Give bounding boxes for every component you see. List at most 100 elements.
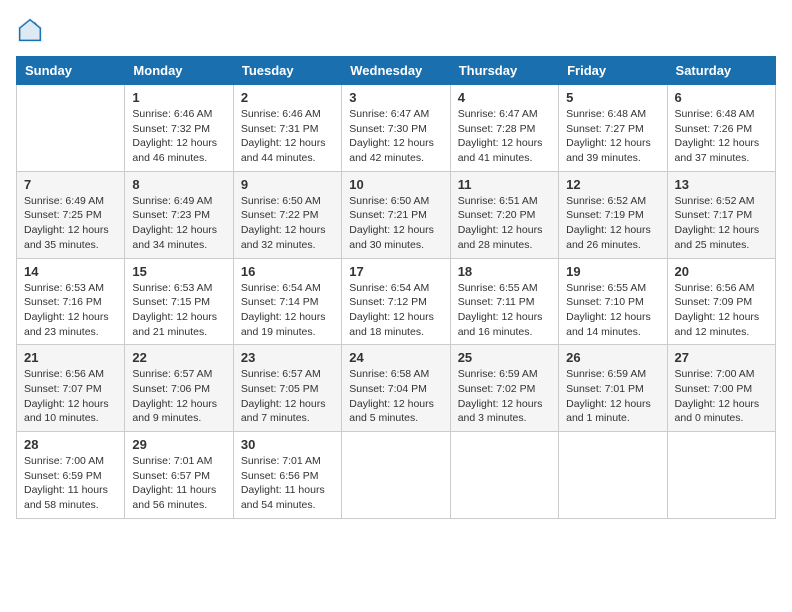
day-info: Sunrise: 6:59 AM Sunset: 7:01 PM Dayligh…: [566, 367, 659, 426]
calendar-week-row: 1 Sunrise: 6:46 AM Sunset: 7:32 PM Daylig…: [17, 85, 776, 172]
day-number: 24: [349, 350, 442, 365]
day-info: Sunrise: 6:56 AM Sunset: 7:07 PM Dayligh…: [24, 367, 117, 426]
day-info: Sunrise: 7:00 AM Sunset: 6:59 PM Dayligh…: [24, 454, 117, 513]
day-number: 3: [349, 90, 442, 105]
day-number: 19: [566, 264, 659, 279]
day-info: Sunrise: 6:53 AM Sunset: 7:16 PM Dayligh…: [24, 281, 117, 340]
calendar-header-friday: Friday: [559, 57, 667, 85]
day-number: 9: [241, 177, 334, 192]
day-number: 21: [24, 350, 117, 365]
day-info: Sunrise: 6:56 AM Sunset: 7:09 PM Dayligh…: [675, 281, 768, 340]
day-number: 30: [241, 437, 334, 452]
calendar-cell: [450, 432, 558, 519]
logo-icon: [16, 16, 44, 44]
day-info: Sunrise: 6:46 AM Sunset: 7:31 PM Dayligh…: [241, 107, 334, 166]
calendar-cell: 4 Sunrise: 6:47 AM Sunset: 7:28 PM Daylig…: [450, 85, 558, 172]
calendar-header-sunday: Sunday: [17, 57, 125, 85]
calendar-week-row: 14 Sunrise: 6:53 AM Sunset: 7:16 PM Dayli…: [17, 258, 776, 345]
day-info: Sunrise: 6:48 AM Sunset: 7:26 PM Dayligh…: [675, 107, 768, 166]
day-info: Sunrise: 6:58 AM Sunset: 7:04 PM Dayligh…: [349, 367, 442, 426]
calendar-cell: [559, 432, 667, 519]
calendar-cell: 26 Sunrise: 6:59 AM Sunset: 7:01 PM Dayli…: [559, 345, 667, 432]
day-info: Sunrise: 6:47 AM Sunset: 7:28 PM Dayligh…: [458, 107, 551, 166]
day-number: 20: [675, 264, 768, 279]
calendar-cell: 1 Sunrise: 6:46 AM Sunset: 7:32 PM Daylig…: [125, 85, 233, 172]
day-number: 5: [566, 90, 659, 105]
day-number: 18: [458, 264, 551, 279]
calendar-cell: 8 Sunrise: 6:49 AM Sunset: 7:23 PM Daylig…: [125, 171, 233, 258]
day-info: Sunrise: 7:01 AM Sunset: 6:56 PM Dayligh…: [241, 454, 334, 513]
day-number: 22: [132, 350, 225, 365]
day-number: 23: [241, 350, 334, 365]
day-number: 7: [24, 177, 117, 192]
calendar-cell: 6 Sunrise: 6:48 AM Sunset: 7:26 PM Daylig…: [667, 85, 775, 172]
calendar-header-monday: Monday: [125, 57, 233, 85]
calendar-cell: [17, 85, 125, 172]
day-number: 12: [566, 177, 659, 192]
day-info: Sunrise: 6:57 AM Sunset: 7:06 PM Dayligh…: [132, 367, 225, 426]
calendar-cell: 10Sunrise: 6:50 AM Sunset: 7:21 PM Dayli…: [342, 171, 450, 258]
calendar-cell: 17Sunrise: 6:54 AM Sunset: 7:12 PM Dayli…: [342, 258, 450, 345]
day-number: 16: [241, 264, 334, 279]
calendar-cell: 16 Sunrise: 6:54 AM Sunset: 7:14 PM Dayli…: [233, 258, 341, 345]
calendar-header-tuesday: Tuesday: [233, 57, 341, 85]
day-info: Sunrise: 6:46 AM Sunset: 7:32 PM Dayligh…: [132, 107, 225, 166]
day-number: 27: [675, 350, 768, 365]
day-info: Sunrise: 7:00 AM Sunset: 7:00 PM Dayligh…: [675, 367, 768, 426]
day-number: 4: [458, 90, 551, 105]
day-info: Sunrise: 6:47 AM Sunset: 7:30 PM Dayligh…: [349, 107, 442, 166]
calendar-cell: 22 Sunrise: 6:57 AM Sunset: 7:06 PM Dayli…: [125, 345, 233, 432]
day-info: Sunrise: 6:52 AM Sunset: 7:17 PM Dayligh…: [675, 194, 768, 253]
calendar-header-saturday: Saturday: [667, 57, 775, 85]
day-number: 8: [132, 177, 225, 192]
calendar-cell: 28 Sunrise: 7:00 AM Sunset: 6:59 PM Dayli…: [17, 432, 125, 519]
day-info: Sunrise: 6:57 AM Sunset: 7:05 PM Dayligh…: [241, 367, 334, 426]
day-info: Sunrise: 6:48 AM Sunset: 7:27 PM Dayligh…: [566, 107, 659, 166]
day-info: Sunrise: 6:55 AM Sunset: 7:11 PM Dayligh…: [458, 281, 551, 340]
calendar-cell: 9 Sunrise: 6:50 AM Sunset: 7:22 PM Daylig…: [233, 171, 341, 258]
calendar-header-wednesday: Wednesday: [342, 57, 450, 85]
day-number: 2: [241, 90, 334, 105]
calendar-cell: 21 Sunrise: 6:56 AM Sunset: 7:07 PM Dayli…: [17, 345, 125, 432]
calendar-cell: 13Sunrise: 6:52 AM Sunset: 7:17 PM Dayli…: [667, 171, 775, 258]
day-number: 28: [24, 437, 117, 452]
calendar-week-row: 7 Sunrise: 6:49 AM Sunset: 7:25 PM Daylig…: [17, 171, 776, 258]
day-info: Sunrise: 6:49 AM Sunset: 7:23 PM Dayligh…: [132, 194, 225, 253]
day-number: 29: [132, 437, 225, 452]
calendar-cell: 19 Sunrise: 6:55 AM Sunset: 7:10 PM Dayli…: [559, 258, 667, 345]
logo: [16, 16, 48, 44]
day-info: Sunrise: 6:54 AM Sunset: 7:14 PM Dayligh…: [241, 281, 334, 340]
calendar-cell: 15Sunrise: 6:53 AM Sunset: 7:15 PM Dayli…: [125, 258, 233, 345]
calendar-cell: 24 Sunrise: 6:58 AM Sunset: 7:04 PM Dayli…: [342, 345, 450, 432]
calendar-cell: 29 Sunrise: 7:01 AM Sunset: 6:57 PM Dayli…: [125, 432, 233, 519]
day-number: 25: [458, 350, 551, 365]
day-info: Sunrise: 6:49 AM Sunset: 7:25 PM Dayligh…: [24, 194, 117, 253]
calendar-cell: 30 Sunrise: 7:01 AM Sunset: 6:56 PM Dayli…: [233, 432, 341, 519]
day-number: 11: [458, 177, 551, 192]
calendar-cell: 27 Sunrise: 7:00 AM Sunset: 7:00 PM Dayli…: [667, 345, 775, 432]
calendar-cell: 2 Sunrise: 6:46 AM Sunset: 7:31 PM Daylig…: [233, 85, 341, 172]
calendar: SundayMondayTuesdayWednesdayThursdayFrid…: [16, 56, 776, 519]
day-info: Sunrise: 6:51 AM Sunset: 7:20 PM Dayligh…: [458, 194, 551, 253]
calendar-cell: 25Sunrise: 6:59 AM Sunset: 7:02 PM Dayli…: [450, 345, 558, 432]
calendar-cell: 18 Sunrise: 6:55 AM Sunset: 7:11 PM Dayli…: [450, 258, 558, 345]
calendar-week-row: 28 Sunrise: 7:00 AM Sunset: 6:59 PM Dayli…: [17, 432, 776, 519]
calendar-cell: [667, 432, 775, 519]
day-info: Sunrise: 6:50 AM Sunset: 7:22 PM Dayligh…: [241, 194, 334, 253]
calendar-header-thursday: Thursday: [450, 57, 558, 85]
day-number: 14: [24, 264, 117, 279]
calendar-cell: 12Sunrise: 6:52 AM Sunset: 7:19 PM Dayli…: [559, 171, 667, 258]
day-number: 26: [566, 350, 659, 365]
day-info: Sunrise: 7:01 AM Sunset: 6:57 PM Dayligh…: [132, 454, 225, 513]
calendar-cell: 23 Sunrise: 6:57 AM Sunset: 7:05 PM Dayli…: [233, 345, 341, 432]
calendar-cell: 7 Sunrise: 6:49 AM Sunset: 7:25 PM Daylig…: [17, 171, 125, 258]
calendar-week-row: 21 Sunrise: 6:56 AM Sunset: 7:07 PM Dayli…: [17, 345, 776, 432]
day-number: 6: [675, 90, 768, 105]
calendar-cell: 5 Sunrise: 6:48 AM Sunset: 7:27 PM Daylig…: [559, 85, 667, 172]
day-info: Sunrise: 6:55 AM Sunset: 7:10 PM Dayligh…: [566, 281, 659, 340]
calendar-cell: 20 Sunrise: 6:56 AM Sunset: 7:09 PM Dayli…: [667, 258, 775, 345]
calendar-cell: 11 Sunrise: 6:51 AM Sunset: 7:20 PM Dayli…: [450, 171, 558, 258]
day-number: 1: [132, 90, 225, 105]
day-number: 10: [349, 177, 442, 192]
calendar-cell: 14 Sunrise: 6:53 AM Sunset: 7:16 PM Dayli…: [17, 258, 125, 345]
